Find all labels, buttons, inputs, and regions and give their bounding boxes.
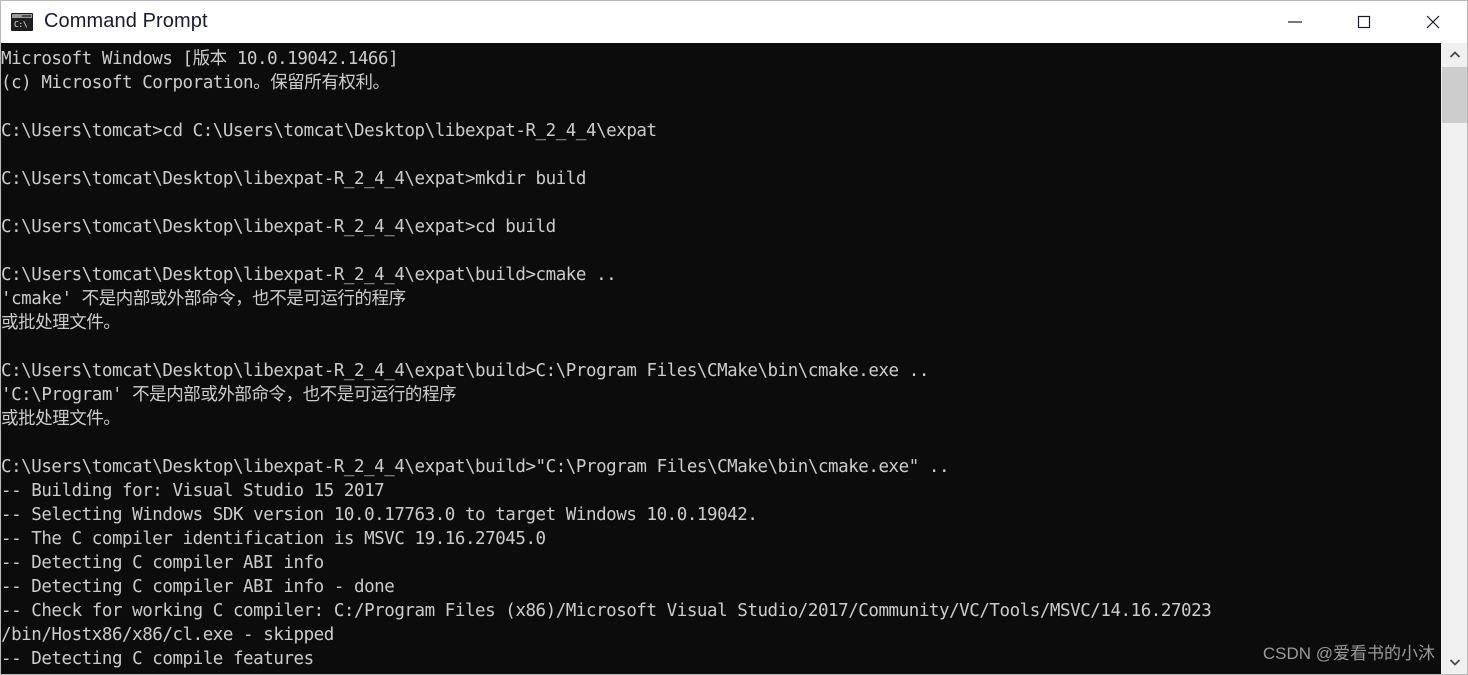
window-controls (1260, 1, 1467, 43)
maximize-button[interactable] (1329, 1, 1398, 43)
cmd-icon-glyph: C:\ (12, 17, 32, 30)
scrollbar-thumb[interactable] (1442, 67, 1467, 123)
command-prompt-window: C:\ Command Prompt Microsoft Windows [版本… (0, 0, 1468, 675)
vertical-scrollbar[interactable] (1441, 43, 1467, 674)
close-icon (1426, 15, 1439, 28)
window-title: Command Prompt (44, 10, 208, 32)
terminal-text: Microsoft Windows [版本 10.0.19042.1466] (… (1, 49, 1212, 669)
titlebar-left: C:\ Command Prompt (1, 10, 1260, 33)
chevron-down-icon (1449, 659, 1460, 666)
scroll-up-button[interactable] (1442, 43, 1467, 67)
maximize-icon (1357, 15, 1370, 28)
minimize-icon (1287, 20, 1302, 23)
scrollbar-track[interactable] (1442, 67, 1467, 650)
minimize-button[interactable] (1260, 1, 1329, 43)
titlebar[interactable]: C:\ Command Prompt (1, 1, 1467, 43)
terminal-output-area[interactable]: Microsoft Windows [版本 10.0.19042.1466] (… (1, 43, 1467, 674)
cmd-prompt-icon: C:\ (11, 12, 33, 31)
close-button[interactable] (1398, 1, 1467, 43)
chevron-up-icon (1449, 51, 1460, 58)
scroll-down-button[interactable] (1442, 650, 1467, 674)
